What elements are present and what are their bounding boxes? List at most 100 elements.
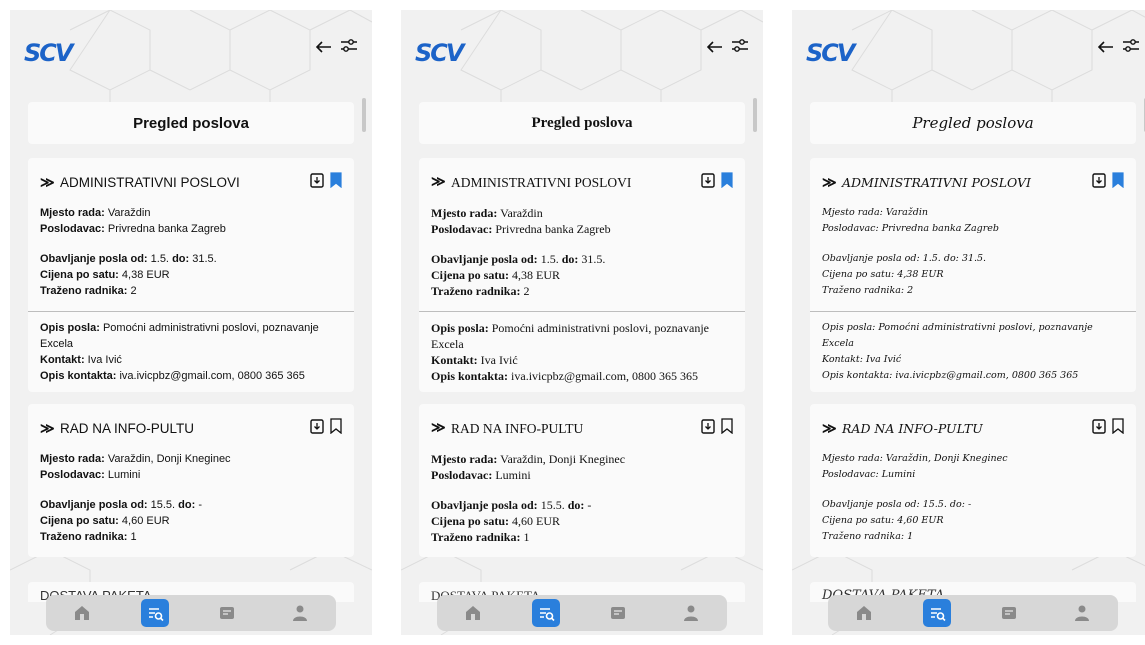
filter-sliders-icon[interactable] <box>731 38 749 59</box>
nav-profile[interactable] <box>677 599 705 627</box>
job-title[interactable]: RAD NA INFO-PULTU <box>451 421 701 437</box>
nav-home[interactable] <box>850 599 878 627</box>
job-title[interactable]: RAD NA INFO-PULTU <box>60 421 310 436</box>
job-title[interactable]: ADMINISTRATIVNI POSLOVI <box>451 175 701 191</box>
job-title[interactable]: ADMINISTRATIVNI POSLOVI <box>842 175 1092 190</box>
nav-home[interactable] <box>459 599 487 627</box>
download-doc-icon[interactable] <box>701 172 715 193</box>
filter-sliders-icon[interactable] <box>340 38 358 59</box>
value-poslodavac: Lumini <box>107 469 141 481</box>
value-do: - <box>587 498 592 512</box>
scrollbar[interactable] <box>362 98 366 132</box>
bottom-nav <box>46 595 336 631</box>
value-mjesto: Varaždin, Donji Kneginec <box>885 453 1008 464</box>
scrollbar[interactable] <box>753 98 757 132</box>
label-cijena: Cijena po satu: <box>40 269 119 281</box>
label-mjesto: Mjesto rada: <box>431 206 498 220</box>
value-kontakt: Iva Ivić <box>865 354 902 365</box>
value-od: 1.5. <box>540 252 559 266</box>
nav-job-list[interactable] <box>995 599 1023 627</box>
bookmark-filled-icon[interactable] <box>330 172 342 193</box>
download-doc-icon[interactable] <box>1092 172 1106 193</box>
value-cijena: 4,60 EUR <box>897 515 944 526</box>
label-kontakt: Kontakt: <box>822 354 863 365</box>
label-opis: Opis posla: <box>822 322 876 333</box>
value-od: 1.5. <box>922 253 941 264</box>
filter-sliders-icon[interactable] <box>1122 38 1140 59</box>
back-arrow-icon[interactable] <box>315 40 332 58</box>
job-card: ≫ RAD NA INFO-PULTU Mjesto rada: Varaždi… <box>419 404 745 557</box>
label-opis: Opis posla: <box>431 321 489 335</box>
job-list-icon <box>220 607 235 619</box>
label-opis-kontakta: Opis kontakta: <box>822 370 893 381</box>
value-do: - <box>967 499 972 510</box>
label-mjesto: Mjesto rada: <box>40 453 105 465</box>
nav-job-search[interactable] <box>922 599 951 627</box>
value-kontakt: Iva Ivić <box>87 354 122 366</box>
download-doc-icon[interactable] <box>1092 418 1106 439</box>
value-trazeno: 1 <box>130 531 137 543</box>
value-trazeno: 1 <box>523 530 530 544</box>
home-icon <box>75 606 90 620</box>
value-do: - <box>198 499 203 511</box>
job-title[interactable]: ADMINISTRATIVNI POSLOVI <box>60 175 310 190</box>
page-title: Pregled poslova <box>419 102 745 144</box>
bookmark-filled-icon[interactable] <box>721 172 733 193</box>
value-do: 31.5. <box>192 253 217 265</box>
job-card: ≫ ADMINISTRATIVNI POSLOVI Mjesto rada: V… <box>810 158 1136 392</box>
value-poslodavac: Privredna banka Zagreb <box>107 223 226 235</box>
value-do: 31.5. <box>961 253 987 264</box>
job-list: ≫ ADMINISTRATIVNI POSLOVI Mjesto rada: V… <box>810 158 1136 600</box>
nav-job-search[interactable] <box>531 599 560 627</box>
collapse-chevron-icon[interactable]: ≫ <box>431 174 447 191</box>
collapse-chevron-icon[interactable]: ≫ <box>40 174 56 191</box>
job-title[interactable]: RAD NA INFO-PULTU <box>842 421 1092 436</box>
label-opis-kontakta: Opis kontakta: <box>40 370 117 382</box>
nav-profile[interactable] <box>286 599 314 627</box>
label-mjesto: Mjesto rada: <box>822 453 883 464</box>
nav-job-search[interactable] <box>140 599 169 627</box>
label-obavljanje: Obavljanje posla od: <box>40 499 148 511</box>
download-doc-icon[interactable] <box>701 418 715 439</box>
collapse-chevron-icon[interactable]: ≫ <box>40 420 56 437</box>
app-logo[interactable]: SCV <box>415 39 465 67</box>
value-cijena: 4,60 EUR <box>121 515 170 527</box>
nav-job-list[interactable] <box>604 599 632 627</box>
label-cijena: Cijena po satu: <box>822 515 895 526</box>
bookmark-outline-icon[interactable] <box>330 418 342 439</box>
bookmark-outline-icon[interactable] <box>1112 418 1124 439</box>
label-mjesto: Mjesto rada: <box>40 207 105 219</box>
label-do: do: <box>178 499 196 511</box>
back-arrow-icon[interactable] <box>706 40 723 58</box>
page-title: Pregled poslova <box>28 102 354 144</box>
value-od: 15.5. <box>922 499 947 510</box>
app-logo[interactable]: SCV <box>24 39 74 67</box>
job-list: ≫ ADMINISTRATIVNI POSLOVI Mjesto rada: V… <box>419 158 745 600</box>
label-obavljanje: Obavljanje posla od: <box>431 498 538 512</box>
value-trazeno: 2 <box>907 285 914 296</box>
collapse-chevron-icon[interactable]: ≫ <box>822 420 838 437</box>
nav-profile[interactable] <box>1068 599 1096 627</box>
label-obavljanje: Obavljanje posla od: <box>822 253 920 264</box>
job-search-icon <box>148 608 164 622</box>
job-card: ≫ RAD NA INFO-PULTU Mjesto rada: Varaždi… <box>28 404 354 557</box>
collapse-chevron-icon[interactable]: ≫ <box>431 420 447 437</box>
nav-home[interactable] <box>68 599 96 627</box>
app-logo[interactable]: SCV <box>806 39 856 67</box>
job-card: ≫ RAD NA INFO-PULTU Mjesto rada: Varaždi… <box>810 404 1136 557</box>
bookmark-outline-icon[interactable] <box>721 418 733 439</box>
label-do: do: <box>943 253 959 264</box>
profile-icon <box>683 605 698 621</box>
collapse-chevron-icon[interactable]: ≫ <box>822 174 838 191</box>
bookmark-filled-icon[interactable] <box>1112 172 1124 193</box>
label-do: do: <box>561 252 579 266</box>
value-mjesto: Varaždin, Donji Kneginec <box>500 452 626 466</box>
nav-job-list[interactable] <box>213 599 241 627</box>
label-cijena: Cijena po satu: <box>431 514 510 528</box>
download-doc-icon[interactable] <box>310 418 324 439</box>
label-trazeno: Traženo radnika: <box>40 285 128 297</box>
value-mjesto: Varaždin <box>500 206 543 220</box>
back-arrow-icon[interactable] <box>1097 40 1114 58</box>
value-poslodavac: Privredna banka Zagreb <box>881 223 999 234</box>
download-doc-icon[interactable] <box>310 172 324 193</box>
